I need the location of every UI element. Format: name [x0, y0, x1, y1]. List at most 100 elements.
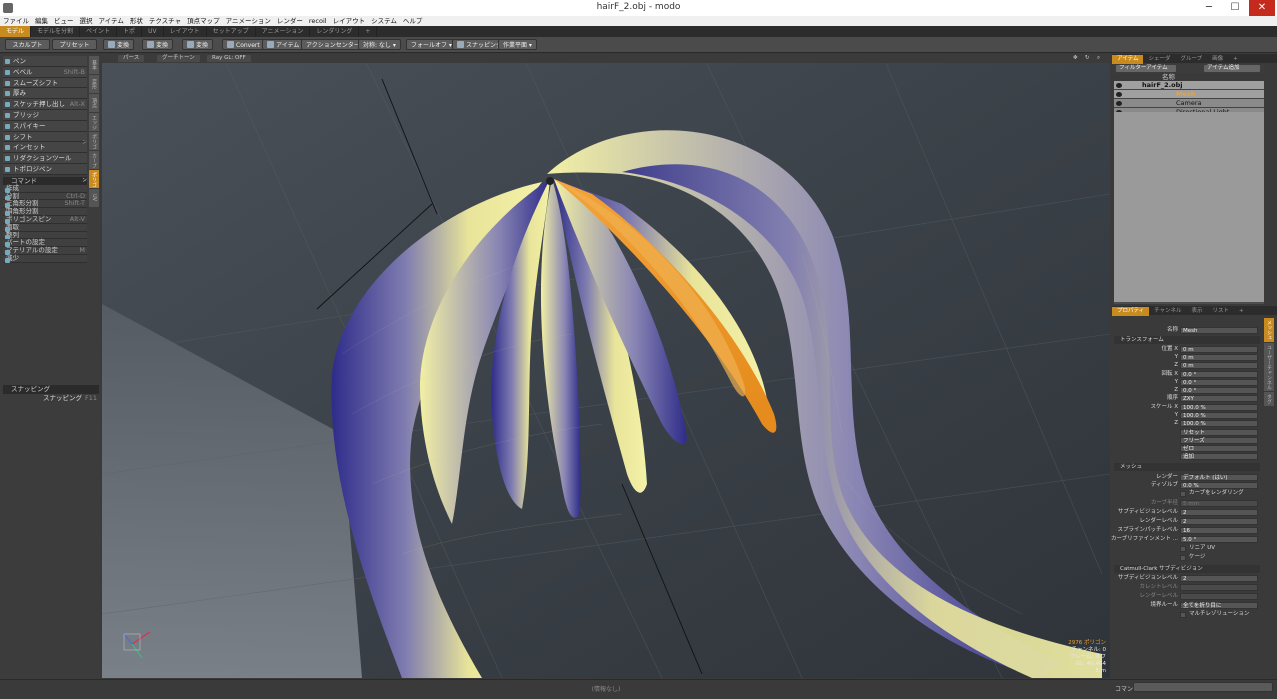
menu-render[interactable]: レンダー — [274, 16, 306, 26]
filter-items-dropdown[interactable]: フィルターアイテム — [1116, 65, 1176, 72]
menu-texture[interactable]: テクスチャ — [146, 16, 184, 26]
falloff-dropdown[interactable]: フォールオフ ▾ — [406, 39, 457, 50]
tool-reduction[interactable]: リダクションツール — [3, 153, 87, 164]
tab-add-prop[interactable]: + — [1234, 307, 1249, 316]
list-item[interactable]: Mesh — [1114, 90, 1264, 99]
add-item-dropdown[interactable]: アイテム追加 — [1204, 65, 1260, 72]
tool-shift[interactable]: シフト — [3, 131, 87, 143]
minimize-button[interactable]: ─ — [1196, 0, 1222, 16]
vtab-edge[interactable]: エッジ — [89, 113, 99, 131]
tool-thicken[interactable]: 厚み — [3, 88, 87, 100]
tab-model-split[interactable]: モデルを分割 — [31, 26, 81, 37]
zero-dropdown[interactable]: ゼロ — [1180, 445, 1258, 452]
tab-display[interactable]: 表示 — [1187, 307, 1208, 316]
item-list-empty[interactable] — [1114, 112, 1264, 302]
item-mode-button[interactable]: アイテム — [262, 39, 305, 50]
position-z-field[interactable]: 0 m — [1180, 362, 1258, 369]
add-dropdown[interactable]: 追加 — [1180, 453, 1258, 460]
menu-vertex-map[interactable]: 頂点マップ — [184, 16, 223, 26]
menu-edit[interactable]: 編集 — [32, 16, 51, 26]
scale-z-field[interactable]: 100.0 % — [1180, 420, 1258, 427]
vtab-user-channels[interactable]: ユーザーチャンネル — [1264, 343, 1274, 391]
snapping-header[interactable]: スナッピング — [3, 385, 99, 394]
shading-button[interactable]: グーチトーン — [157, 55, 200, 62]
vtab-vertex[interactable]: 頂点 — [89, 94, 99, 112]
list-item[interactable]: Camera — [1114, 99, 1264, 108]
scale-x-field[interactable]: 100.0 % — [1180, 404, 1258, 411]
cc-render-level-field[interactable] — [1180, 593, 1258, 600]
tool-topology-pen[interactable]: トポロジペン — [3, 163, 87, 175]
menu-item[interactable]: アイテム — [96, 16, 127, 26]
tool-bevel[interactable]: ベベル Shift-B — [3, 66, 87, 78]
name-field[interactable]: Mesh — [1180, 327, 1258, 334]
position-x-field[interactable]: 0 m — [1180, 346, 1258, 353]
scale-y-field[interactable]: 100.0 % — [1180, 412, 1258, 419]
multiresolution-checkbox[interactable] — [1180, 612, 1186, 618]
tab-uv[interactable]: UV — [142, 26, 164, 37]
transform-section[interactable]: トランスフォーム — [1114, 336, 1260, 344]
vtab-polygon-active[interactable]: ポリゴン — [81, 170, 99, 188]
menu-help[interactable]: ヘルプ — [400, 16, 426, 26]
rotation-y-field[interactable]: 0.0 ° — [1180, 379, 1258, 386]
vtab-basic[interactable]: 基本 — [89, 56, 99, 74]
vtab-deform[interactable]: 変形 — [89, 75, 99, 93]
render-dropdown[interactable]: デフォルト (はい) — [1180, 474, 1258, 481]
tab-animation[interactable]: アニメーション — [256, 26, 311, 37]
rotation-x-field[interactable]: 0.0 ° — [1180, 371, 1258, 378]
current-level-field[interactable] — [1180, 584, 1258, 591]
linear-uv-checkbox[interactable] — [1180, 546, 1186, 552]
list-item[interactable]: hairF_2.obj — [1114, 81, 1264, 90]
tool-spikey[interactable]: スパイキー — [3, 120, 87, 132]
viewport-zoom-icon[interactable]: ⌕ — [1092, 55, 1105, 62]
curve-refinement-field[interactable]: 5.0 ° — [1180, 536, 1258, 543]
curve-radius-field[interactable]: 5 mm — [1180, 500, 1258, 507]
vtab-curve[interactable]: カーブ — [89, 151, 99, 169]
tab-rendering[interactable]: レンダリング — [310, 26, 360, 37]
3d-viewport[interactable]: パース グーチトーン Ray GL: OFF ✥ ↻ ⌕ 2976 ポリゴン チ… — [102, 54, 1110, 678]
view-type-button[interactable]: パース — [118, 55, 145, 62]
convert-button[interactable]: Convert — [222, 39, 265, 50]
render-curves-checkbox[interactable] — [1180, 491, 1186, 497]
cage-checkbox[interactable] — [1180, 555, 1186, 561]
visibility-icon[interactable] — [1116, 92, 1122, 97]
cc-subdivision-level-field[interactable]: 2 — [1180, 575, 1258, 582]
dissolve-field[interactable]: 0.0 % — [1180, 482, 1258, 489]
raygl-button[interactable]: Ray GL: OFF — [207, 55, 251, 62]
menu-recoil[interactable]: recoil — [306, 16, 330, 26]
tab-add-panel[interactable]: + — [1228, 55, 1243, 64]
menu-file[interactable]: ファイル — [0, 16, 32, 26]
rotate-button[interactable]: 変換 — [142, 39, 174, 50]
menu-select[interactable]: 選択 — [77, 16, 96, 26]
vtab-tags[interactable]: タグ — [1264, 392, 1274, 406]
tool-pen[interactable]: ペン — [3, 56, 87, 67]
mesh-section[interactable]: メッシュ — [1114, 463, 1260, 471]
tab-layout[interactable]: レイアウト — [164, 26, 207, 37]
tab-properties[interactable]: プロパティ — [1112, 307, 1150, 316]
tool-inset[interactable]: インセット — [3, 142, 87, 154]
tab-images[interactable]: 画像 — [1207, 55, 1228, 64]
menu-layout[interactable]: レイアウト — [330, 16, 369, 26]
tab-topo[interactable]: トポ — [117, 26, 143, 37]
tool-smooth-shift[interactable]: スムーズシフト — [3, 77, 87, 89]
visibility-icon[interactable] — [1116, 101, 1122, 106]
tab-add[interactable]: + — [359, 26, 378, 37]
tab-setup[interactable]: セットアップ — [207, 26, 256, 37]
preset-button[interactable]: プリセット — [52, 39, 97, 50]
menu-view[interactable]: ビュー — [51, 16, 77, 26]
position-y-field[interactable]: 0 m — [1180, 354, 1258, 361]
visibility-icon[interactable] — [1116, 83, 1122, 88]
command-input[interactable] — [1133, 682, 1273, 692]
render-level-field[interactable]: 2 — [1180, 518, 1258, 525]
tab-groups[interactable]: グループ — [1175, 55, 1207, 64]
menu-system[interactable]: システム — [368, 16, 400, 26]
tool-sketch-extrude[interactable]: スケッチ押し出し Alt-X — [3, 99, 87, 110]
tool-bridge[interactable]: ブリッジ — [3, 109, 87, 121]
vtab-uv[interactable]: UV — [89, 189, 99, 207]
menu-geometry[interactable]: 形状 — [127, 16, 146, 26]
cmd-reduce[interactable]: 減少 — [3, 254, 87, 263]
tab-items[interactable]: アイテム — [1112, 55, 1144, 64]
tab-shader[interactable]: シェーダ — [1143, 55, 1175, 64]
reset-dropdown[interactable]: リセット — [1180, 429, 1258, 436]
tab-paint[interactable]: ペイント — [80, 26, 118, 37]
subdivision-level-field[interactable]: 2 — [1180, 509, 1258, 516]
